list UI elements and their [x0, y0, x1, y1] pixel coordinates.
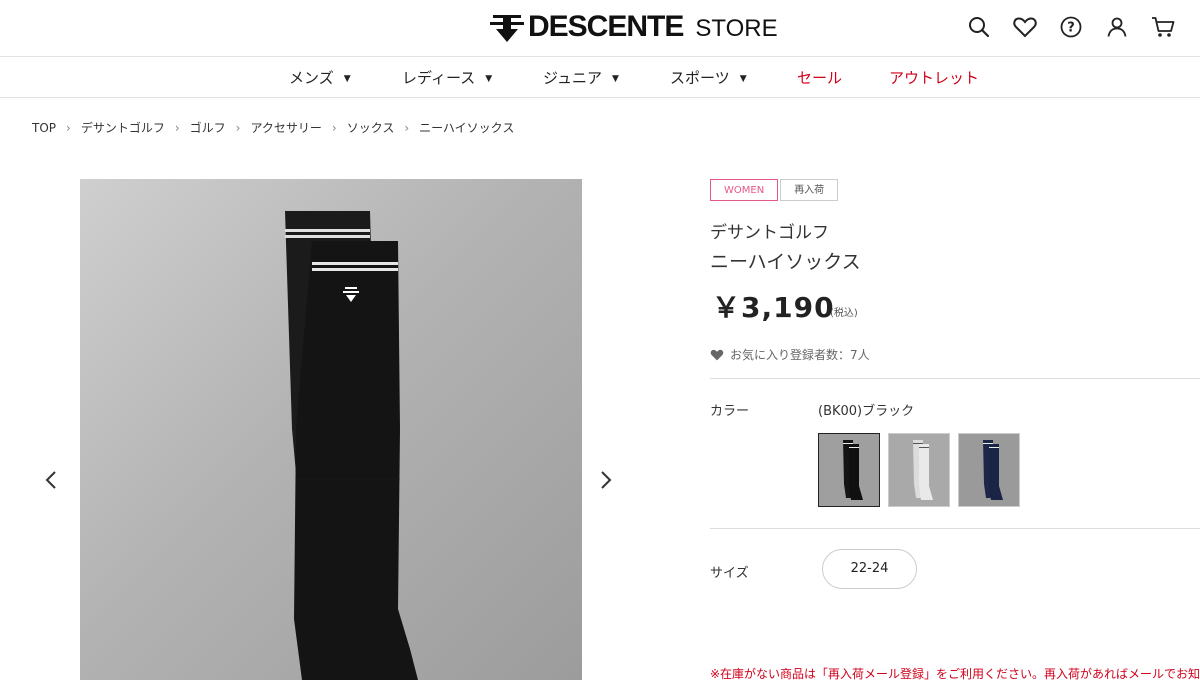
- color-swatch-black[interactable]: [818, 433, 880, 507]
- breadcrumb-current: ニーハイソックス: [419, 121, 515, 135]
- color-swatch-white[interactable]: [888, 433, 950, 507]
- cart-icon[interactable]: [1150, 13, 1176, 41]
- favorites-count: お気に入り登録者数：7人: [710, 346, 870, 363]
- restock-notice: ※在庫がない商品は「再入荷メール登録」をご利用ください。再入荷があればメールでお…: [710, 667, 1200, 681]
- nav-item-mens[interactable]: メンズ ▼: [289, 67, 351, 88]
- header-icons: ?: [966, 13, 1176, 41]
- caret-down-icon: ▼: [739, 74, 747, 84]
- logo-store-text: STORE: [695, 15, 778, 42]
- size-label: サイズ: [710, 566, 749, 581]
- breadcrumb-golf[interactable]: ゴルフ: [190, 119, 226, 136]
- caret-down-icon: ▼: [611, 74, 619, 84]
- nav-item-label: セール: [797, 69, 843, 87]
- main-nav: メンズ ▼ レディース ▼ ジュニア ▼ スポーツ ▼ セール アウトレット: [0, 57, 1200, 98]
- nav-item-label: アウトレット: [889, 69, 980, 87]
- breadcrumb: TOP › デサントゴルフ › ゴルフ › アクセサリー › ソックス › ニー…: [32, 119, 514, 136]
- favorites-count-text: お気に入り登録者数：7人: [730, 348, 870, 362]
- caret-down-icon: ▼: [343, 74, 351, 84]
- product-badges: WOMEN 再入荷: [710, 179, 839, 201]
- descente-logo[interactable]: DESCENTE STORE: [490, 10, 778, 44]
- selected-color-value: (BK00)ブラック: [818, 404, 915, 419]
- descente-logo-icon: [490, 15, 524, 42]
- nav-item-sports[interactable]: スポーツ ▼: [670, 67, 747, 88]
- prev-image-arrow-icon[interactable]: [40, 468, 64, 492]
- nav-item-junior[interactable]: ジュニア ▼: [543, 67, 619, 88]
- nav-item-label: メンズ: [289, 69, 334, 87]
- help-icon[interactable]: ?: [1058, 13, 1084, 41]
- breadcrumb-separator-icon: ›: [331, 120, 337, 135]
- nav-item-label: ジュニア: [543, 69, 602, 87]
- tax-note: (税込): [830, 308, 858, 319]
- site-header: DESCENTE STORE ?: [0, 0, 1200, 57]
- breadcrumb-socks[interactable]: ソックス: [347, 119, 395, 136]
- product-price: ￥3,190: [712, 291, 835, 324]
- product-brand[interactable]: デサントゴルフ: [710, 218, 829, 243]
- color-label: カラー: [710, 404, 750, 419]
- svg-text:?: ?: [1067, 21, 1075, 36]
- product-title: ニーハイソックス: [710, 251, 861, 273]
- size-option-22-24[interactable]: 22-24: [822, 549, 917, 589]
- restock-badge: 再入荷: [780, 179, 839, 201]
- heart-filled-icon: [710, 349, 724, 361]
- account-icon[interactable]: [1104, 13, 1130, 41]
- heart-icon[interactable]: [1012, 13, 1038, 41]
- next-image-arrow-icon[interactable]: [593, 468, 617, 492]
- women-badge: WOMEN: [710, 179, 779, 201]
- breadcrumb-descente-golf[interactable]: デサントゴルフ: [81, 119, 165, 136]
- breadcrumb-separator-icon: ›: [404, 120, 410, 135]
- nav-item-label: スポーツ: [670, 69, 730, 87]
- divider: [710, 528, 1200, 529]
- divider: [710, 378, 1200, 379]
- logo-text: DESCENTE: [528, 10, 684, 43]
- product-main-image: [80, 179, 582, 680]
- breadcrumb-top[interactable]: TOP: [32, 121, 56, 135]
- search-icon[interactable]: [966, 13, 992, 41]
- nav-item-sale[interactable]: セール: [797, 67, 842, 88]
- breadcrumb-separator-icon: ›: [174, 120, 180, 135]
- breadcrumb-separator-icon: ›: [66, 120, 71, 135]
- breadcrumb-accessories[interactable]: アクセサリー: [250, 119, 321, 136]
- breadcrumb-separator-icon: ›: [235, 120, 241, 135]
- caret-down-icon: ▼: [485, 74, 493, 84]
- color-swatch-navy[interactable]: [958, 433, 1020, 507]
- nav-item-outlet[interactable]: アウトレット: [889, 67, 979, 88]
- nav-item-label: レディース: [402, 69, 476, 87]
- nav-item-ladies[interactable]: レディース ▼: [402, 67, 492, 88]
